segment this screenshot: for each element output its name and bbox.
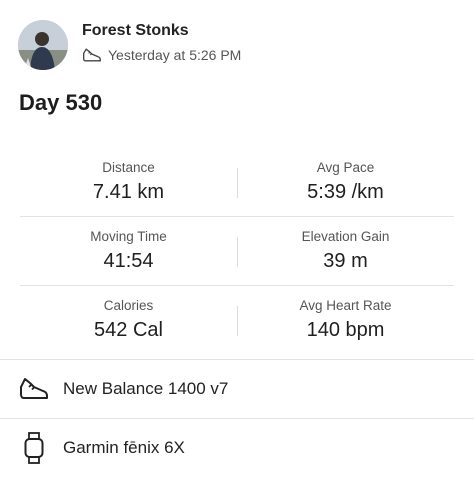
stat-label: Avg Heart Rate xyxy=(299,298,392,313)
stat-label: Moving Time xyxy=(90,229,167,244)
stat-label: Distance xyxy=(102,160,155,175)
watch-icon xyxy=(18,432,50,464)
stats-row: Calories 542 Cal Avg Heart Rate 140 bpm xyxy=(20,286,454,354)
stat-avg-pace: Avg Pace 5:39 /km xyxy=(237,148,454,204)
gear-shoes-label: New Balance 1400 v7 xyxy=(63,379,229,398)
athlete-name[interactable]: Forest Stonks xyxy=(82,22,189,40)
stat-value: 542 Cal xyxy=(94,319,163,341)
stat-value: 7.41 km xyxy=(92,181,165,203)
activity-header: Forest Stonks Yesterday at 5:26 PM xyxy=(18,18,456,72)
stat-label: Elevation Gain xyxy=(301,229,390,244)
stat-value: 39 m xyxy=(323,250,368,272)
shoe-icon xyxy=(18,373,50,405)
gear-device-label: Garmin fēnix 6X xyxy=(63,438,185,457)
stats-grid: Distance 7.41 km Avg Pace 5:39 /km Movin… xyxy=(20,148,454,354)
stat-value: 140 bpm xyxy=(306,319,385,341)
activity-title: Day 530 xyxy=(19,90,103,115)
activity-meta: Yesterday at 5:26 PM xyxy=(82,46,241,64)
stat-value: 5:39 /km xyxy=(307,181,384,203)
stat-distance: Distance 7.41 km xyxy=(20,148,237,204)
avatar[interactable] xyxy=(18,20,68,70)
stats-row: Moving Time 41:54 Elevation Gain 39 m xyxy=(20,217,454,286)
stats-row: Distance 7.41 km Avg Pace 5:39 /km xyxy=(20,148,454,217)
stat-label: Avg Pace xyxy=(316,160,375,175)
stat-value: 41:54 xyxy=(103,250,154,272)
gear-device-row[interactable]: Garmin fēnix 6X xyxy=(18,419,185,477)
shoe-icon xyxy=(83,48,102,62)
gear-shoes-row[interactable]: New Balance 1400 v7 xyxy=(18,360,228,418)
stat-avg-heart-rate: Avg Heart Rate 140 bpm xyxy=(237,286,454,342)
avatar-photo xyxy=(18,20,68,70)
activity-timestamp: Yesterday at 5:26 PM xyxy=(108,47,242,63)
stat-label: Calories xyxy=(103,298,154,313)
stat-elevation-gain: Elevation Gain 39 m xyxy=(237,217,454,273)
stat-moving-time: Moving Time 41:54 xyxy=(20,217,237,273)
stat-calories: Calories 542 Cal xyxy=(20,286,237,342)
